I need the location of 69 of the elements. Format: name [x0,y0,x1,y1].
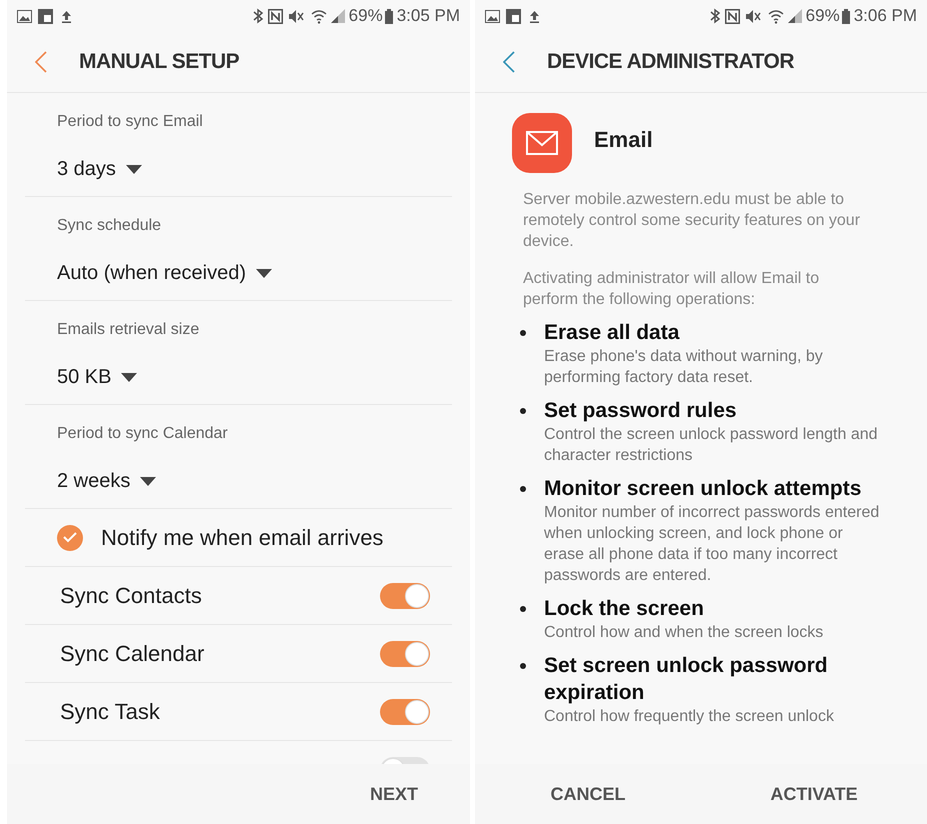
footer-button[interactable]: CANCEL [475,772,701,816]
operation-title: Lock the screen [544,596,705,622]
setting-label: Period to sync Email [57,112,204,132]
clock: 3:05 PM [396,5,460,28]
dropdown[interactable]: 50 KB [57,362,138,392]
dropdown[interactable]: Auto (when received) [57,258,272,288]
check-icon [63,532,77,543]
square-app-icon [38,8,53,24]
screen-title: MANUAL SETUP [79,49,240,76]
dropdown-arrow-icon [140,476,156,486]
bullet-icon [520,330,526,336]
setting-label: Period to sync Calendar [57,424,229,444]
toggle-label: Sync Contacts [60,582,202,610]
dropdown[interactable]: 3 days [57,154,142,184]
signal-icon [788,9,802,23]
wifi-icon [310,8,327,24]
operation-title: Set screen unlock password expiration [544,653,829,706]
operation-description: Monitor number of incorrect passwords entered when unlocking screen, and lock phone or erase all phone data if too many incorrect passwords are entered. [544,503,880,586]
battery-icon [384,8,393,24]
description-text: Server mobile.azwestern.edu must be able to remotely control some security features on your device. [523,190,862,252]
upload-icon [61,10,72,22]
back-icon [35,51,47,73]
bullet-icon [520,606,526,612]
checkbox[interactable] [57,524,83,550]
bluetooth-icon [708,8,721,24]
toggle-label: Sync Task [60,698,160,726]
nfc-icon [724,8,740,24]
nfc-icon [268,8,283,24]
gallery-icon [485,10,500,22]
footer-button[interactable]: NEXT [358,772,430,816]
clock: 3:06 PM [854,5,917,28]
operation-title: Erase all data [544,320,680,346]
description-text: Activating administrator will allow Email to perform the following operations: [523,269,820,310]
toggle-label: Sync Calendar [60,640,204,668]
setting-label: Emails retrieval size [57,320,200,340]
toggle-switch[interactable] [380,582,430,608]
dropdown[interactable]: 2 weeks [57,466,156,496]
wifi-icon [768,8,784,24]
operation-description: Control how frequently the screen unlock [544,707,835,727]
gallery-icon [17,10,32,22]
dropdown-arrow-icon [256,268,272,278]
operation-description: Erase phone's data without warning, by performing factory data reset. [544,347,824,388]
toggle-switch[interactable] [380,698,430,724]
operation-description: Control the screen unlock password length and character restrictions [544,425,879,466]
battery-percent: 69% [348,5,383,28]
footer-button[interactable]: ACTIVATE [701,772,927,816]
app-name: Email [594,126,653,154]
signal-icon [330,9,345,23]
screen-title: DEVICE ADMINISTRATOR [547,49,794,76]
battery-icon [842,8,850,24]
bullet-icon [520,408,526,414]
battery-percent: 69% [806,5,840,28]
checkbox-label: Notify me when email arrives [101,524,384,552]
dropdown-arrow-icon [121,372,138,382]
toggle-switch[interactable] [380,640,430,666]
operation-description: Control how and when the screen locks [544,623,824,643]
setting-label: Sync schedule [57,216,162,236]
bullet-icon [520,663,526,669]
bullet-icon [520,486,526,492]
dropdown-arrow-icon [126,164,142,174]
mail-app-icon [512,113,572,173]
mute-icon [288,8,304,24]
mute-icon [744,8,761,24]
back-icon [503,51,515,73]
bluetooth-icon [252,8,264,24]
square-app-icon [506,8,521,24]
operation-title: Set password rules [544,398,738,424]
operation-title: Monitor screen unlock attempts [544,476,862,502]
upload-icon [529,10,540,22]
